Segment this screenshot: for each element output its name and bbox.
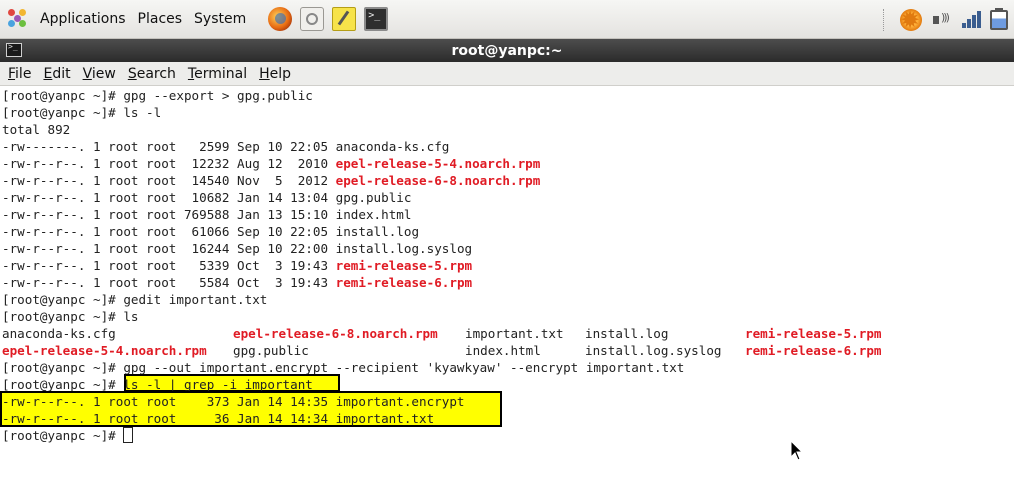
- file-name: gpg.public: [335, 190, 412, 205]
- ls-long-row: -rw-r--r--. 1 root root 16244 Sep 10 22:…: [2, 240, 472, 257]
- ls-entry: epel-release-6-8.noarch.rpm: [233, 326, 438, 341]
- ls-long-row: -rw-r--r--. 1 root root 5584 Oct 3 19:43…: [2, 274, 472, 291]
- ls-entry: epel-release-5-4.noarch.rpm: [2, 343, 207, 358]
- file-name: epel-release-5-4.noarch.rpm: [335, 156, 541, 171]
- ls-entry: gpg.public: [233, 343, 309, 358]
- final-prompt-line: [root@yanpc ~]#: [2, 427, 134, 444]
- ls-entry: remi-release-6.rpm: [745, 343, 882, 358]
- file-name: install.log: [335, 224, 420, 239]
- ls-long-row: -rw-r--r--. 1 root root 769588 Jan 13 15…: [2, 206, 411, 223]
- ls-long-row: -rw-r--r--. 1 root root 14540 Nov 5 2012…: [2, 172, 540, 189]
- menu-edit-mnemonic: E: [43, 65, 53, 82]
- menu-file-label: ile: [15, 65, 32, 82]
- ls-long-row: -rw-r--r--. 1 root root 10682 Jan 14 13:…: [2, 189, 411, 206]
- menu-search[interactable]: Search: [124, 66, 180, 82]
- file-meta: -rw-r--r--. 1 root root 10682 Jan 14 13:…: [2, 190, 336, 205]
- ls-entry: remi-release-5.rpm: [745, 326, 882, 341]
- volume-icon[interactable]: [930, 9, 952, 31]
- terminal-line: [root@yanpc ~]# ls -l: [2, 105, 162, 120]
- window-titlebar[interactable]: root@yanpc:~: [0, 39, 1014, 62]
- terminal-line: total 892: [2, 122, 71, 137]
- menu-terminal-label: erminal: [194, 65, 248, 82]
- menu-edit[interactable]: Edit: [39, 66, 74, 82]
- menu-help-label: elp: [269, 65, 292, 82]
- menu-view-mnemonic: V: [82, 65, 92, 82]
- file-meta: -rw-r--r--. 1 root root 12232 Aug 12 201…: [2, 156, 336, 171]
- file-meta: -rw-r--r--. 1 root root 5584 Oct 3 19:43: [2, 275, 336, 290]
- ls-long-row: -rw-------. 1 root root 2599 Sep 10 22:0…: [2, 138, 449, 155]
- update-icon[interactable]: [900, 5, 922, 35]
- notes-icon[interactable]: [332, 7, 357, 31]
- terminal-line: [root@yanpc ~]# gpg --export > gpg.publi…: [2, 88, 313, 103]
- system-tray: [883, 0, 1008, 39]
- ls-long-row: -rw-r--r--. 1 root root 61066 Sep 10 22:…: [2, 223, 419, 240]
- prompt: [root@yanpc ~]#: [2, 377, 124, 392]
- file-meta: -rw-r--r--. 1 root root 61066 Sep 10 22:…: [2, 224, 336, 239]
- menu-view[interactable]: View: [79, 66, 120, 82]
- file-meta: -rw-r--r--. 1 root root 16244 Sep 10 22:…: [2, 241, 336, 256]
- menu-file[interactable]: File: [4, 66, 35, 82]
- menu-help[interactable]: Help: [255, 66, 295, 82]
- network-icon[interactable]: [960, 9, 982, 31]
- mouse-pointer-icon: [790, 440, 804, 461]
- menu-search-label: earch: [136, 65, 176, 82]
- menu-file-mnemonic: F: [8, 65, 16, 82]
- battery-icon[interactable]: [990, 7, 1008, 30]
- terminal-line: [root@yanpc ~]# gedit important.txt: [2, 292, 268, 307]
- ls-entry: install.log.syslog: [585, 343, 722, 358]
- file-name: anaconda-ks.cfg: [335, 139, 450, 154]
- file-meta: -rw-r--r--. 1 root root 769588 Jan 13 15…: [2, 207, 336, 222]
- file-meta: -rw-------. 1 root root 2599 Sep 10 22:0…: [2, 139, 336, 154]
- menubar: File Edit View Search Terminal Help: [0, 62, 1014, 86]
- grep-command: ls -l | grep -i important: [123, 377, 313, 392]
- grep-result-row: -rw-r--r--. 1 root root 373 Jan 14 14:35…: [2, 394, 465, 409]
- ls-entry: important.txt: [465, 326, 564, 341]
- text-cursor: [123, 427, 134, 443]
- ls-long-row: -rw-r--r--. 1 root root 5339 Oct 3 19:43…: [2, 257, 472, 274]
- mail-icon[interactable]: [300, 7, 325, 31]
- file-name: epel-release-6-8.noarch.rpm: [335, 173, 541, 188]
- ls-entry: index.html: [465, 343, 541, 358]
- applications-menu[interactable]: Applications: [34, 0, 132, 39]
- terminal-line: [root@yanpc ~]# ls: [2, 309, 139, 324]
- applications-icon[interactable]: [8, 9, 28, 29]
- system-menu[interactable]: System: [188, 0, 252, 39]
- menu-view-label: iew: [91, 65, 116, 82]
- menu-search-mnemonic: S: [127, 65, 137, 82]
- terminal-line: [root@yanpc ~]# gpg --out important.encr…: [2, 360, 685, 375]
- tray-separator: [883, 8, 886, 31]
- file-meta: -rw-r--r--. 1 root root 5339 Oct 3 19:43: [2, 258, 336, 273]
- ls-entry: install.log: [585, 326, 669, 341]
- grep-result-row: -rw-r--r--. 1 root root 36 Jan 14 14:34 …: [2, 411, 435, 426]
- menu-terminal[interactable]: Terminal: [184, 66, 251, 82]
- prompt: [root@yanpc ~]#: [2, 428, 124, 443]
- file-meta: -rw-r--r--. 1 root root 14540 Nov 5 2012: [2, 173, 336, 188]
- panel-menus: Applications Places System: [0, 0, 389, 39]
- file-name: install.log.syslog: [335, 241, 473, 256]
- places-menu[interactable]: Places: [132, 0, 189, 39]
- file-name: remi-release-6.rpm: [335, 275, 473, 290]
- top-panel: Applications Places System: [0, 0, 1014, 39]
- terminal-launcher-icon[interactable]: [364, 7, 389, 31]
- ls-entry: anaconda-ks.cfg: [2, 326, 116, 341]
- firefox-icon[interactable]: [268, 7, 293, 31]
- ls-long-row: -rw-r--r--. 1 root root 12232 Aug 12 201…: [2, 155, 540, 172]
- menu-edit-label: dit: [52, 65, 71, 82]
- terminal-area[interactable]: [root@yanpc ~]# gpg --export > gpg.publi…: [0, 87, 1014, 489]
- menu-help-mnemonic: H: [259, 65, 270, 82]
- file-name: index.html: [335, 207, 412, 222]
- file-name: remi-release-5.rpm: [335, 258, 473, 273]
- terminal-window-icon: [6, 42, 22, 57]
- window-title: root@yanpc:~: [451, 42, 563, 59]
